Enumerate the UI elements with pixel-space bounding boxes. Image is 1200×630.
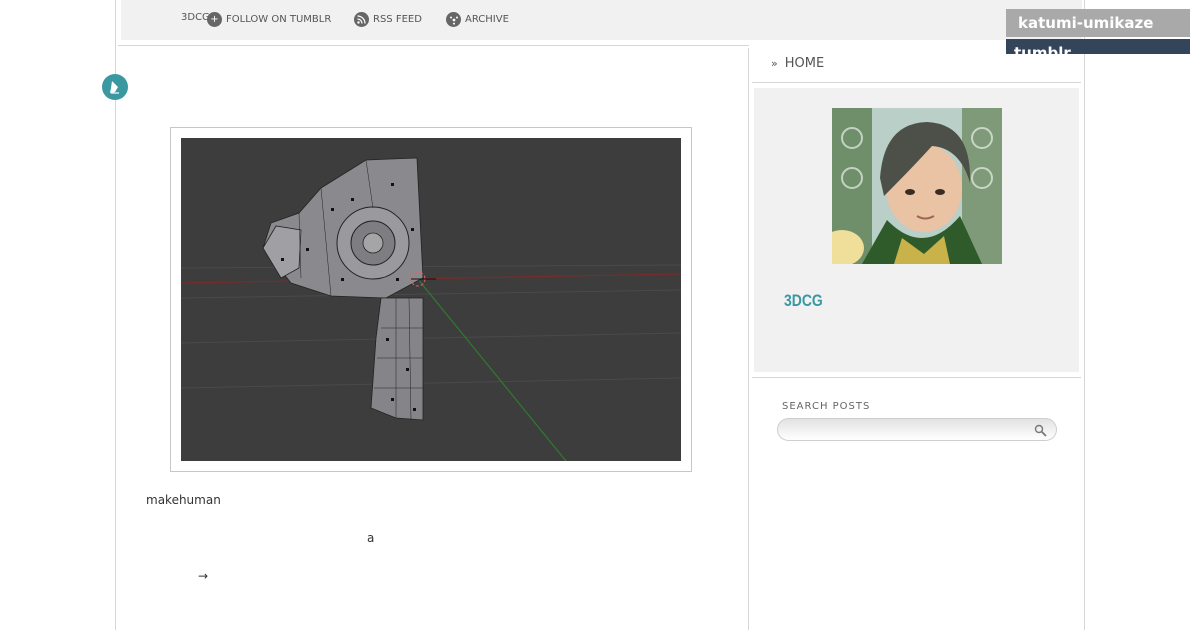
- post-photo-3d-model[interactable]: [181, 138, 681, 461]
- nav-item-rss[interactable]: RSS FEED: [354, 12, 422, 27]
- nav-label: FOLLOW ON TUMBLR: [226, 14, 332, 25]
- rss-icon: [354, 12, 369, 27]
- sidebar-divider: [752, 377, 1081, 378]
- post-photo-frame: [170, 127, 692, 472]
- nav-item-archive[interactable]: ARCHIVE: [446, 12, 509, 27]
- archive-icon: [446, 12, 461, 27]
- home-label: HOME: [784, 56, 825, 71]
- content-top-divider: [118, 45, 749, 46]
- nav-label: 3DCG: [181, 12, 210, 23]
- nav-label: RSS FEED: [373, 14, 422, 25]
- blog-title[interactable]: 3DCG: [784, 291, 823, 311]
- double-chevron-right-icon: »: [771, 57, 778, 70]
- post-text-line-1: makehuman: [146, 493, 221, 507]
- nav-item-3dcg[interactable]: 3DCG: [181, 12, 210, 23]
- avatar[interactable]: [832, 108, 1002, 264]
- post-text-line-3: →: [198, 569, 209, 583]
- plus-icon: +: [207, 12, 222, 27]
- search-label: SEARCH POSTS: [782, 401, 871, 412]
- sidebar-home-link[interactable]: » HOME: [771, 56, 824, 71]
- blender-viewport-image: [181, 138, 681, 461]
- tumblr-logo[interactable]: tumblr.: [1006, 39, 1190, 54]
- post-text-line-2: a: [367, 531, 375, 545]
- sidebar-divider: [752, 82, 1081, 83]
- search-input[interactable]: [777, 418, 1057, 441]
- post-type-text-icon[interactable]: [102, 74, 128, 100]
- column-divider: [748, 48, 749, 630]
- nav-label: ARCHIVE: [465, 14, 509, 25]
- pencil-icon: [110, 81, 119, 94]
- page-border-right: [1084, 0, 1085, 630]
- nav-item-follow[interactable]: + FOLLOW ON TUMBLR: [207, 12, 331, 27]
- search-icon[interactable]: [1034, 423, 1048, 437]
- tumblr-username-tab[interactable]: katumi-umikaze: [1006, 9, 1190, 37]
